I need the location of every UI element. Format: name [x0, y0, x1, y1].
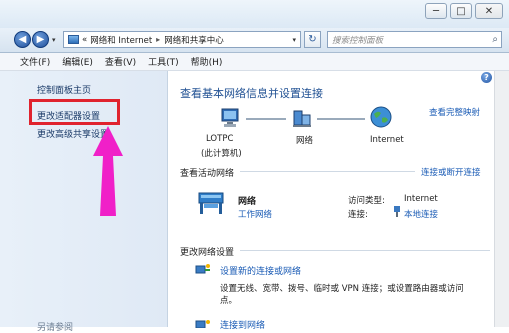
- setup-description-cont: 点。: [220, 296, 238, 306]
- refresh-button[interactable]: ↻: [304, 31, 321, 48]
- section-divider: [240, 171, 415, 172]
- breadcrumb-separator-icon[interactable]: ▸: [156, 35, 160, 44]
- map-connection-line: [317, 118, 365, 120]
- vertical-scrollbar[interactable]: [494, 71, 509, 327]
- back-button[interactable]: ◀: [14, 31, 31, 48]
- control-panel-icon: [68, 35, 79, 44]
- control-panel-home-link[interactable]: 控制面板主页: [37, 83, 91, 96]
- minimize-button[interactable]: ─: [425, 3, 447, 19]
- menu-bar: 文件(F) 编辑(E) 查看(V) 工具(T) 帮助(H): [0, 53, 509, 71]
- network-name: 网络: [238, 197, 257, 207]
- new-connection-icon: [195, 264, 210, 274]
- work-network-icon[interactable]: [196, 187, 226, 217]
- menu-file[interactable]: 文件(F): [0, 55, 56, 68]
- access-type-label: 访问类型:: [348, 196, 385, 206]
- change-settings-heading: 更改网络设置: [180, 248, 235, 258]
- local-connection-link[interactable]: 本地连接: [404, 208, 438, 220]
- breadcrumb-network-internet[interactable]: 网络和 Internet: [90, 34, 152, 46]
- address-bar[interactable]: « 网络和 Internet ▸ 网络和共享中心 ▾: [63, 31, 301, 48]
- recent-pages-dropdown-icon[interactable]: ▾: [52, 36, 56, 44]
- internet-globe-icon: [370, 106, 392, 128]
- address-dropdown-icon[interactable]: ▾: [292, 36, 296, 44]
- connections-label: 连接:: [348, 210, 368, 220]
- computer-subtitle: (此计算机): [201, 149, 242, 159]
- menu-edit[interactable]: 编辑(E): [56, 55, 99, 68]
- setup-description: 设置无线、宽带、拨号、临时或 VPN 连接；或设置路由器或访问: [220, 284, 464, 294]
- map-network-label: 网络: [296, 136, 314, 146]
- highlight-box: [29, 99, 120, 125]
- ethernet-icon: [394, 206, 400, 217]
- search-input[interactable]: 搜索控制面板 ⌕: [327, 31, 502, 48]
- menu-help[interactable]: 帮助(H): [185, 55, 229, 68]
- navigation-bar: ◀ ▶ ▾ « 网络和 Internet ▸ 网络和共享中心 ▾ ↻ 搜索控制面…: [0, 28, 509, 53]
- connect-disconnect-link[interactable]: 连接或断开连接: [421, 166, 481, 178]
- setup-new-connection-link[interactable]: 设置新的连接或网络: [220, 264, 301, 277]
- access-type-value: Internet: [404, 194, 438, 204]
- page-title: 查看基本网络信息并设置连接: [180, 87, 323, 100]
- close-button[interactable]: ✕: [475, 3, 503, 19]
- maximize-button[interactable]: □: [450, 3, 472, 19]
- section-divider: [240, 250, 490, 251]
- connect-to-network-link[interactable]: 连接到网络: [220, 318, 265, 331]
- computer-name: LOTPC: [206, 134, 234, 144]
- window-titlebar: ─ □ ✕: [0, 0, 509, 29]
- search-icon[interactable]: ⌕: [492, 34, 498, 45]
- menu-view[interactable]: 查看(V): [99, 55, 142, 68]
- map-connection-line: [246, 118, 286, 120]
- help-icon[interactable]: ?: [481, 72, 492, 83]
- breadcrumb-overflow[interactable]: «: [82, 35, 87, 45]
- search-placeholder: 搜索控制面板: [332, 35, 384, 46]
- computer-icon: [221, 108, 239, 127]
- network-icon: [293, 110, 311, 127]
- menu-tools[interactable]: 工具(T): [142, 55, 185, 68]
- active-networks-heading: 查看活动网络: [180, 169, 235, 179]
- pointer-arrow-icon: [93, 126, 123, 216]
- breadcrumb-sharing-center[interactable]: 网络和共享中心: [164, 34, 224, 46]
- view-full-map-link[interactable]: 查看完整映射: [429, 106, 480, 118]
- network-type-link[interactable]: 工作网络: [238, 208, 272, 220]
- map-internet-label: Internet: [370, 135, 404, 145]
- forward-button[interactable]: ▶: [32, 31, 49, 48]
